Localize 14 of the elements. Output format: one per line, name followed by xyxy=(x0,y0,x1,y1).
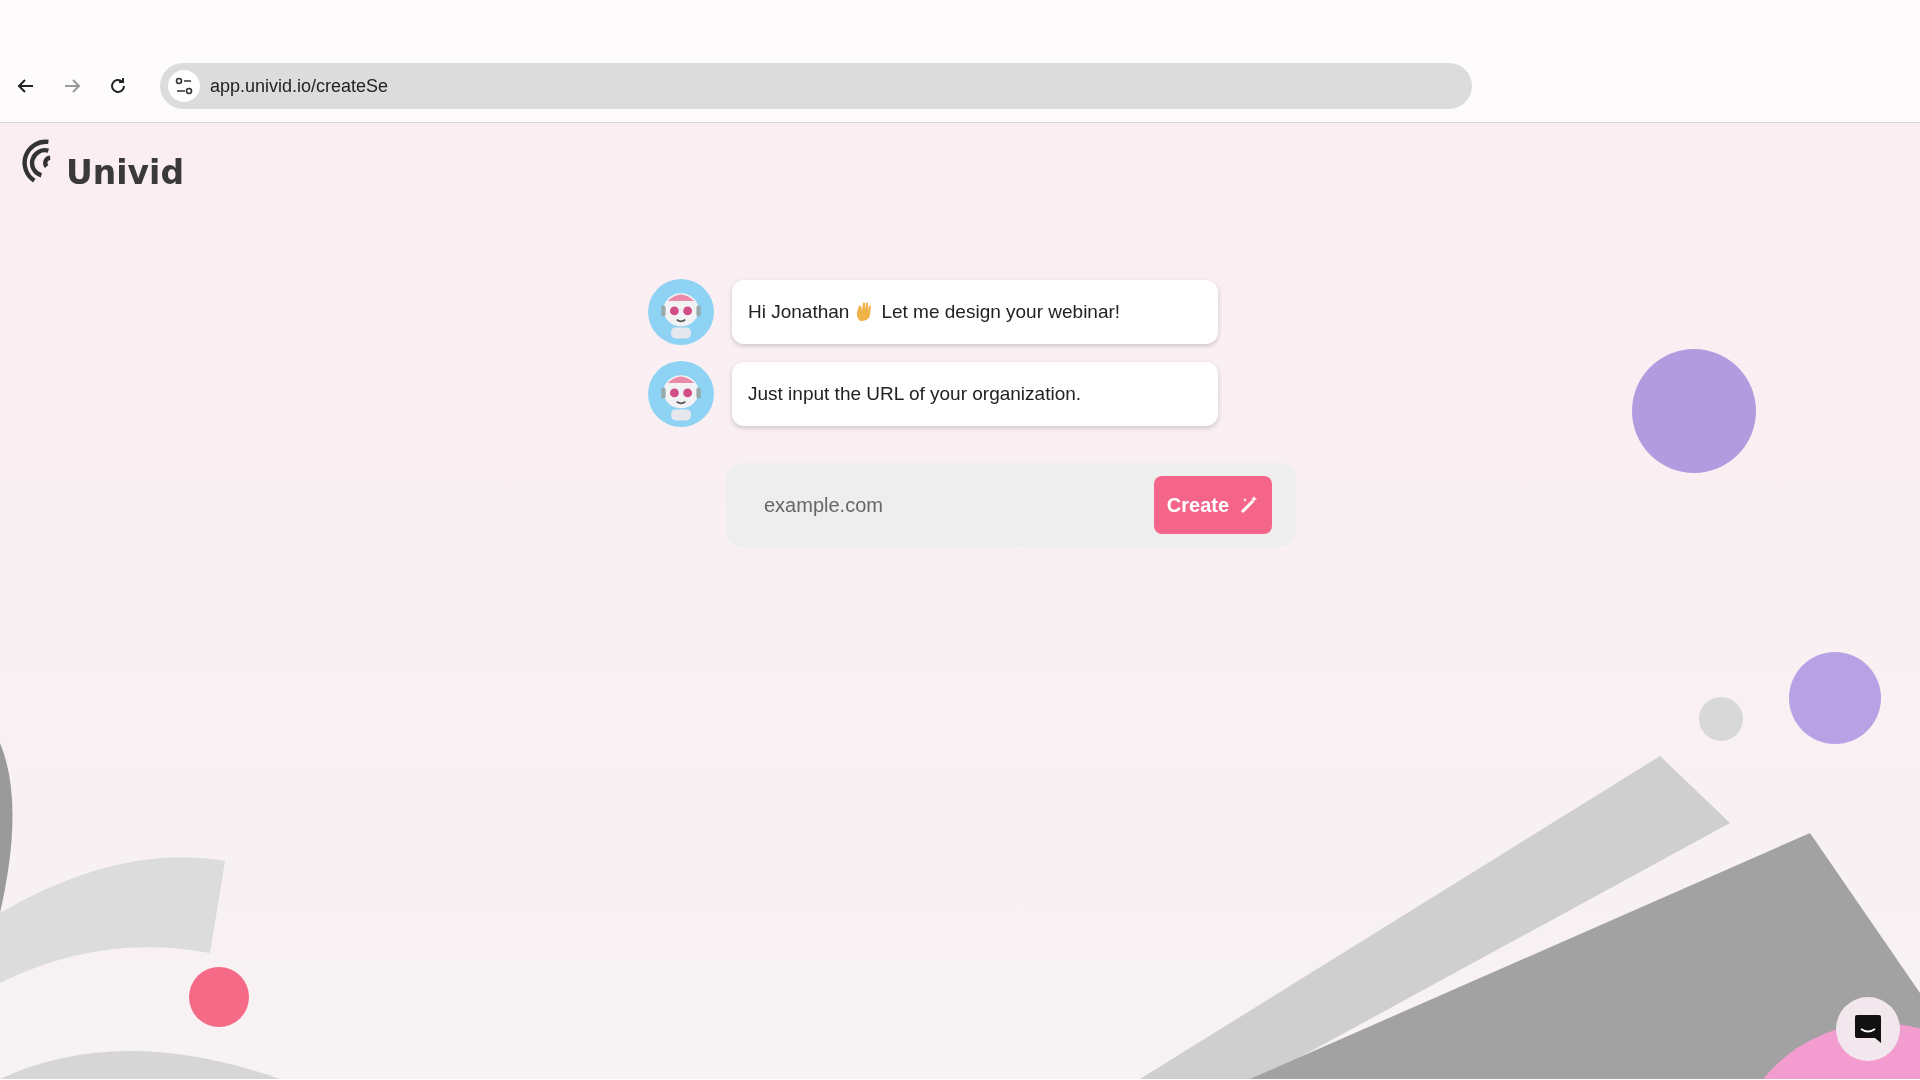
message-text: Let me design your webinar! xyxy=(881,301,1121,323)
message-text: Just input the URL of your organization. xyxy=(748,383,1082,405)
reload-icon[interactable] xyxy=(108,76,128,96)
chat-bubble-icon xyxy=(1854,1014,1882,1044)
robot-avatar-icon xyxy=(648,361,714,427)
robot-avatar-icon xyxy=(648,279,714,345)
logo-text: Univid xyxy=(66,156,185,189)
small-sphere-shape xyxy=(1699,697,1743,741)
url-text: app.univid.io/createSe xyxy=(210,75,389,97)
address-bar[interactable]: app.univid.io/createSe xyxy=(160,63,1472,109)
small-sphere-shape xyxy=(189,967,249,1027)
logo[interactable]: Univid xyxy=(22,135,185,191)
site-settings-icon[interactable] xyxy=(168,70,200,102)
message-text: Hi Jonathan xyxy=(748,301,850,323)
